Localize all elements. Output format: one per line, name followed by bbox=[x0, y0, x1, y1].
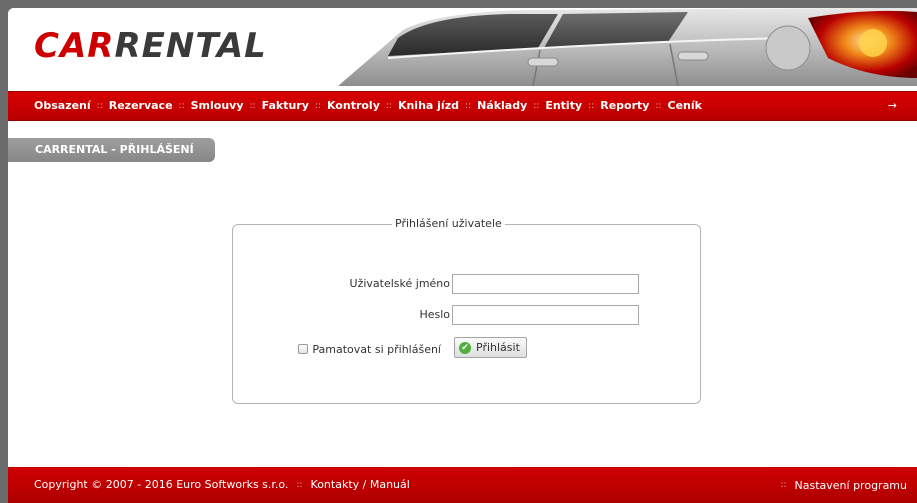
nav-separator: :: bbox=[178, 101, 185, 111]
footer-left: Copyright © 2007 - 2016 Euro Softworks s… bbox=[34, 467, 410, 503]
copyright-text: Copyright © 2007 - 2016 Euro Softworks s… bbox=[34, 478, 289, 491]
nav-separator: :: bbox=[96, 101, 103, 111]
footer-right: :: Nastavení programu bbox=[772, 467, 907, 503]
nav-item-obsazeni[interactable]: Obsazení bbox=[34, 92, 91, 120]
password-input[interactable] bbox=[452, 305, 639, 325]
footer-separator: :: bbox=[780, 480, 787, 490]
contacts-link[interactable]: Kontakty / Manuál bbox=[311, 467, 410, 503]
page-title-tab: CARRENTAL - PŘIHLÁŠENÍ bbox=[8, 138, 215, 162]
username-label: Uživatelské jméno bbox=[349, 277, 450, 290]
app-window: CARRENTAL Obsazení:: Rezervace:: Smlou… bbox=[8, 8, 917, 503]
login-button-label: Přihlásit bbox=[476, 341, 520, 354]
logo: CARRENTAL bbox=[34, 26, 267, 66]
car-banner-image bbox=[338, 8, 917, 86]
nav-item-cenik[interactable]: Ceník bbox=[668, 92, 702, 120]
remember-checkbox[interactable] bbox=[298, 344, 309, 354]
nav-arrow-icon[interactable]: → bbox=[888, 92, 897, 120]
login-fieldset: Přihlášení uživatele Uživatelské jméno H… bbox=[232, 217, 701, 404]
username-input[interactable] bbox=[452, 274, 639, 294]
nav-separator: :: bbox=[385, 101, 392, 111]
nav-item-naklady[interactable]: Náklady bbox=[477, 92, 527, 120]
nav-item-reporty[interactable]: Reporty bbox=[600, 92, 649, 120]
nav-item-rezervace[interactable]: Rezervace bbox=[109, 92, 173, 120]
header: CARRENTAL bbox=[8, 8, 917, 86]
nav-separator: :: bbox=[655, 101, 662, 111]
footer: Copyright © 2007 - 2016 Euro Softworks s… bbox=[8, 467, 917, 503]
main-nav: Obsazení :: Rezervace :: Smlouvy :: Fakt… bbox=[8, 91, 917, 121]
check-icon: ✔ bbox=[459, 341, 471, 354]
nav-item-faktury[interactable]: Faktury bbox=[262, 92, 309, 120]
page-title: CARRENTAL - PŘIHLÁŠENÍ bbox=[35, 143, 194, 156]
settings-link[interactable]: Nastavení programu bbox=[795, 479, 907, 492]
login-button[interactable]: ✔ Přihlásit bbox=[454, 337, 527, 358]
footer-separator: :: bbox=[296, 480, 303, 490]
nav-separator: :: bbox=[249, 101, 256, 111]
nav-separator: :: bbox=[588, 101, 595, 111]
password-label: Heslo bbox=[419, 308, 450, 321]
nav-item-smlouvy[interactable]: Smlouvy bbox=[191, 92, 244, 120]
nav-separator: :: bbox=[533, 101, 540, 111]
nav-separator: :: bbox=[464, 101, 472, 111]
nav-item-entity[interactable]: Entity bbox=[545, 92, 582, 120]
nav-separator: :: bbox=[314, 101, 321, 111]
login-legend: Přihlášení uživatele bbox=[392, 217, 505, 231]
main-nav-items: Obsazení :: Rezervace :: Smlouvy :: Fakt… bbox=[34, 92, 702, 120]
remember-me[interactable]: Pamatovat si přihlášení bbox=[298, 339, 441, 359]
nav-item-kontroly[interactable]: Kontroly bbox=[327, 92, 380, 120]
nav-item-kniha-jizd[interactable]: Kniha jízd bbox=[398, 92, 459, 120]
remember-label[interactable]: Pamatovat si přihlášení bbox=[312, 343, 441, 356]
